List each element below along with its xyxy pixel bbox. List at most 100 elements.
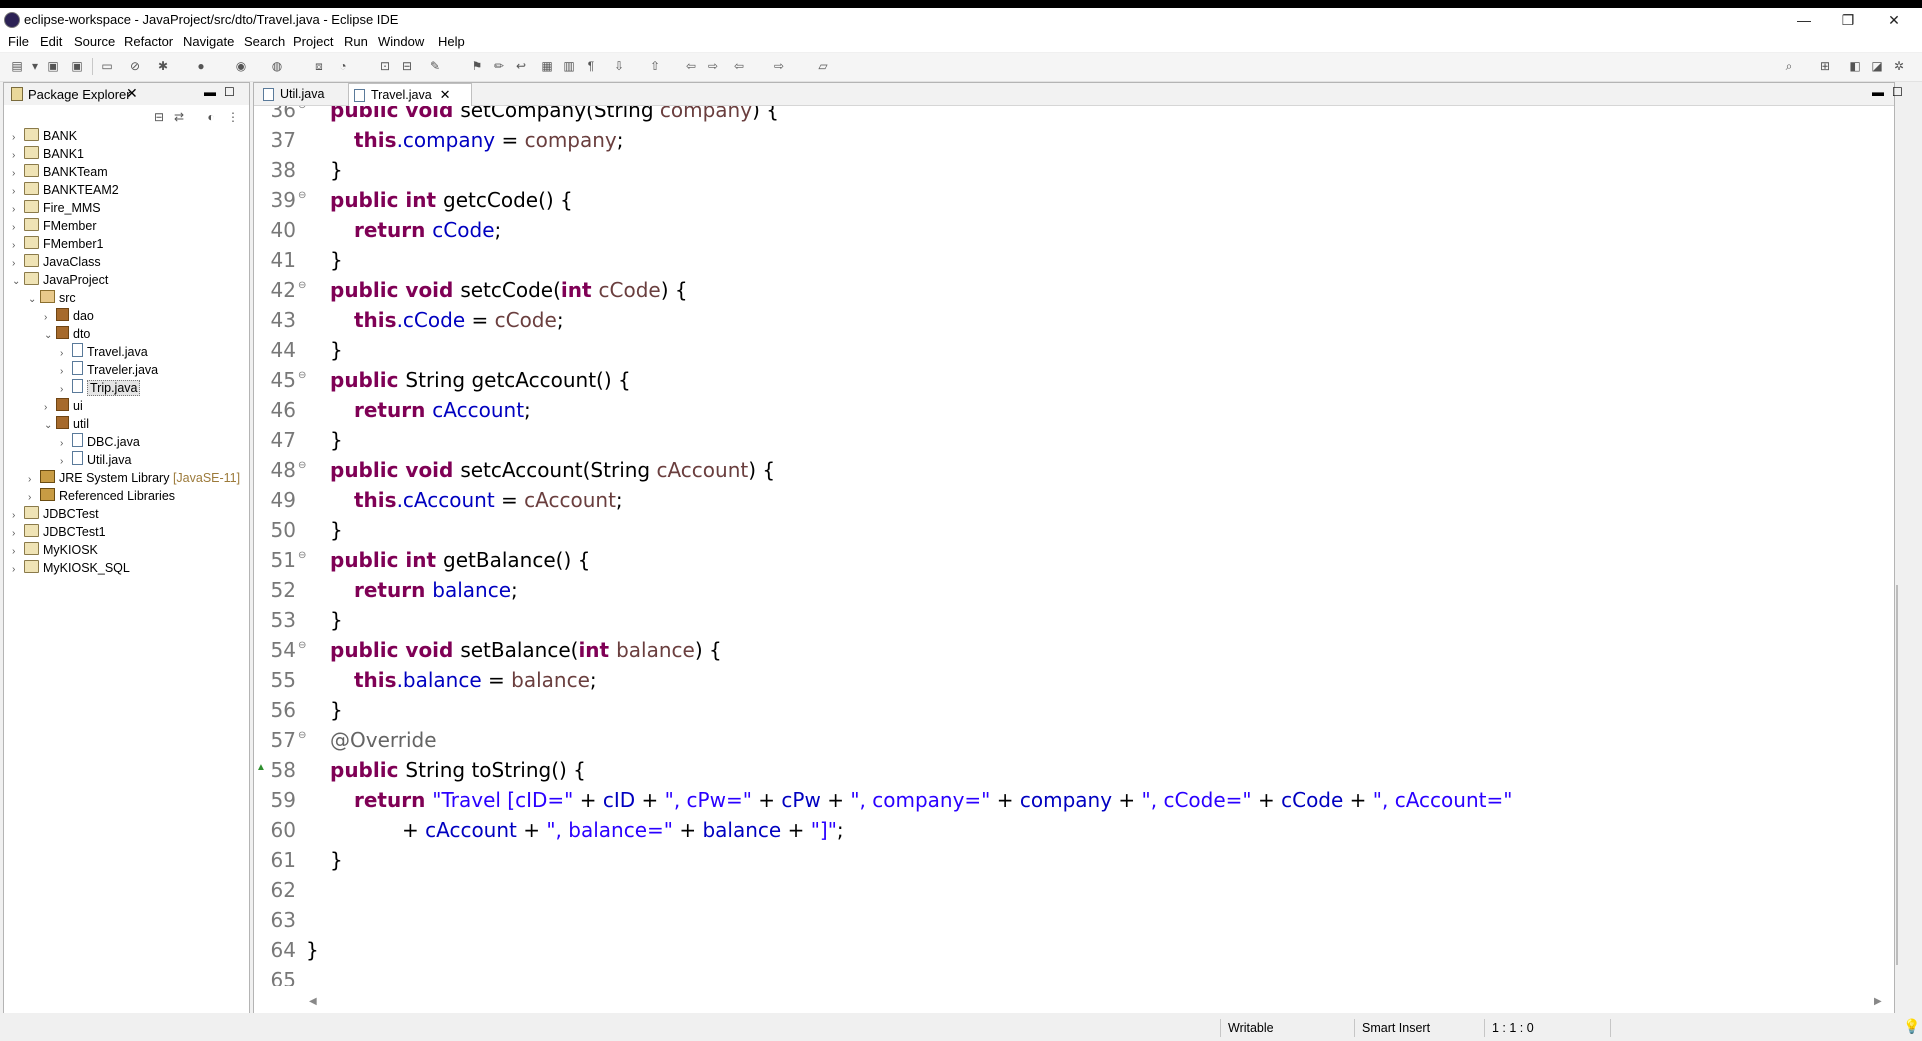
fold-toggle-icon[interactable]: ⊖ <box>298 280 306 291</box>
tree-item-referenced-libraries[interactable]: › Referenced Libraries <box>28 487 175 505</box>
tree-item-dao[interactable]: › dao <box>44 307 94 325</box>
close-button[interactable]: ✕ <box>1872 9 1916 31</box>
tree-item-dto[interactable]: ⌄ dto <box>44 325 90 343</box>
horizontal-scrollbar[interactable]: ◀ ▶ <box>254 993 1894 1011</box>
tab-util-java[interactable]: Util.java <box>258 83 362 105</box>
menu-source[interactable]: Source <box>74 34 115 49</box>
dropdown-arrow-icon[interactable]: ▾ <box>28 59 42 73</box>
chevron-down-icon[interactable]: ⌄ <box>44 417 56 435</box>
tree-item-src[interactable]: ⌄ src <box>28 289 76 307</box>
search-icon[interactable]: ⌕ <box>1782 59 1796 73</box>
show-whitespace-icon[interactable]: ▥ <box>562 59 576 73</box>
skip-breakpoints-icon[interactable]: ⊘ <box>128 59 142 73</box>
save-all-icon[interactable]: ▣ <box>70 59 84 73</box>
toggle-mark-occurrences-icon[interactable]: ⚑ <box>470 59 484 73</box>
highlight-icon[interactable]: ✏ <box>492 59 506 73</box>
tree-item-util[interactable]: ⌄ util <box>44 415 89 433</box>
tree-item-jdbctest1[interactable]: › JDBCTest1 <box>12 523 106 541</box>
vertical-scrollbar-thumb[interactable] <box>1896 585 1898 965</box>
maximize-view-icon[interactable]: ☐ <box>224 85 235 99</box>
forward-icon[interactable]: ⇨ <box>772 59 786 73</box>
last-edit-icon[interactable]: ⇦ <box>684 59 698 73</box>
tree-item-bank[interactable]: › BANK <box>12 127 77 145</box>
tree-item-dbc-java[interactable]: › DBC.java <box>60 433 140 451</box>
tree-item-bankteam[interactable]: › BANKTeam <box>12 163 108 181</box>
tree-item-bank1[interactable]: › BANK1 <box>12 145 84 163</box>
chevron-right-icon[interactable]: › <box>12 561 24 579</box>
fold-toggle-icon[interactable]: ⊖ <box>298 550 306 561</box>
tree-item-jre-system-library[interactable]: › JRE System Library [JavaSE-11] <box>28 469 240 487</box>
block-selection-icon[interactable]: ▦ <box>540 59 554 73</box>
java-ee-perspective-icon[interactable]: ◧ <box>1848 59 1862 73</box>
chevron-down-icon[interactable]: ⌄ <box>44 327 56 345</box>
fold-toggle-icon[interactable]: ⊖ <box>298 370 306 381</box>
next-annotation-icon[interactable]: ⇩ <box>612 59 626 73</box>
collapse-all-icon[interactable]: ⊟ <box>152 110 166 124</box>
tree-item-bankteam2[interactable]: › BANKTEAM2 <box>12 181 119 199</box>
fold-toggle-icon[interactable]: ⊖ <box>298 190 306 201</box>
pilcrow-icon[interactable]: ¶ <box>584 59 598 73</box>
fold-toggle-icon[interactable]: ⊖ <box>298 460 306 471</box>
fold-toggle-icon[interactable]: ⊖ <box>298 106 306 111</box>
package-explorer-title[interactable]: Package Explorer <box>28 87 131 102</box>
chevron-down-icon[interactable]: ⌄ <box>28 291 40 309</box>
new-icon[interactable]: ▤ <box>10 59 24 73</box>
word-wrap-icon[interactable]: ↩ <box>514 59 528 73</box>
menu-navigate[interactable]: Navigate <box>183 34 234 49</box>
close-icon[interactable]: ✕ <box>440 87 451 102</box>
open-folder-icon[interactable]: ⊟ <box>400 59 414 73</box>
debug-perspective-icon[interactable]: ✲ <box>1892 59 1906 73</box>
close-icon[interactable]: ✕ <box>126 85 138 102</box>
fold-toggle-icon[interactable]: ⊖ <box>298 640 306 651</box>
fold-toggle-icon[interactable]: ⊖ <box>298 730 306 741</box>
minimize-view-icon[interactable]: ▬ <box>204 85 216 99</box>
menu-run[interactable]: Run <box>344 34 368 49</box>
search-tool-icon[interactable]: ✎ <box>428 59 442 73</box>
tree-item-util-java[interactable]: › Util.java <box>60 451 131 469</box>
tree-item-travel-java[interactable]: › Travel.java <box>60 343 148 361</box>
tree-item-fmember1[interactable]: › FMember1 <box>12 235 103 253</box>
pin-editor-icon[interactable]: ▱ <box>816 59 830 73</box>
menu-refactor[interactable]: Refactor <box>124 34 173 49</box>
open-perspective-icon[interactable]: ⊞ <box>1818 59 1832 73</box>
menu-window[interactable]: Window <box>378 34 424 49</box>
restore-button[interactable]: ❐ <box>1826 9 1870 31</box>
terminal-icon[interactable]: ▭ <box>100 59 114 73</box>
coverage-icon[interactable]: ◉ <box>234 59 248 73</box>
minimize-view-icon[interactable]: ▬ <box>1872 85 1884 99</box>
open-type-icon[interactable]: ⊡ <box>378 59 392 73</box>
tree-item-traveler-java[interactable]: › Traveler.java <box>60 361 158 379</box>
tree-item-javaclass[interactable]: › JavaClass <box>12 253 101 271</box>
menu-help[interactable]: Help <box>438 34 465 49</box>
back-icon[interactable]: ⇦ <box>732 59 746 73</box>
new-java-package-icon[interactable]: ⧈ <box>312 59 326 73</box>
save-icon[interactable]: ▣ <box>46 59 60 73</box>
forward-edit-icon[interactable]: ⇨ <box>706 59 720 73</box>
new-java-class-icon[interactable]: ◔ <box>336 59 350 73</box>
prev-annotation-icon[interactable]: ⇧ <box>648 59 662 73</box>
tree-item-mykiosk[interactable]: › MyKIOSK <box>12 541 98 559</box>
minimize-button[interactable]: — <box>1782 9 1826 31</box>
run-icon[interactable]: ● <box>194 59 208 73</box>
java-perspective-icon[interactable]: ◪ <box>1870 59 1884 73</box>
tab-travel-java[interactable]: Travel.java ✕ <box>348 83 472 106</box>
lightbulb-icon[interactable]: 💡 <box>1903 1018 1920 1035</box>
tree-item-ui[interactable]: › ui <box>44 397 83 415</box>
menu-file[interactable]: File <box>8 34 29 49</box>
link-with-editor-icon[interactable]: ⇄ <box>172 110 186 124</box>
scroll-left-icon[interactable]: ◀ <box>309 996 317 1007</box>
scroll-right-icon[interactable]: ▶ <box>1874 996 1882 1007</box>
debug-icon[interactable]: ✱ <box>156 59 170 73</box>
menu-project[interactable]: Project <box>293 34 333 49</box>
focus-task-icon[interactable]: ◐ <box>204 110 218 124</box>
menu-search[interactable]: Search <box>244 34 285 49</box>
tree-item-trip-java[interactable]: › Trip.java <box>60 379 141 397</box>
tree-item-mykiosk-sql[interactable]: › MyKIOSK_SQL <box>12 559 130 577</box>
code-editor[interactable]: 36 37 38 39 40 41 42 43 44 45 46 47 48 4… <box>254 106 1884 986</box>
tree-item-fmember[interactable]: › FMember <box>12 217 96 235</box>
tree-item-jdbctest[interactable]: › JDBCTest <box>12 505 99 523</box>
maximize-view-icon[interactable]: ☐ <box>1892 85 1903 99</box>
external-tools-icon[interactable]: ◍ <box>270 59 284 73</box>
tree-item-fire-mms[interactable]: › Fire_MMS <box>12 199 101 217</box>
menu-edit[interactable]: Edit <box>40 34 62 49</box>
